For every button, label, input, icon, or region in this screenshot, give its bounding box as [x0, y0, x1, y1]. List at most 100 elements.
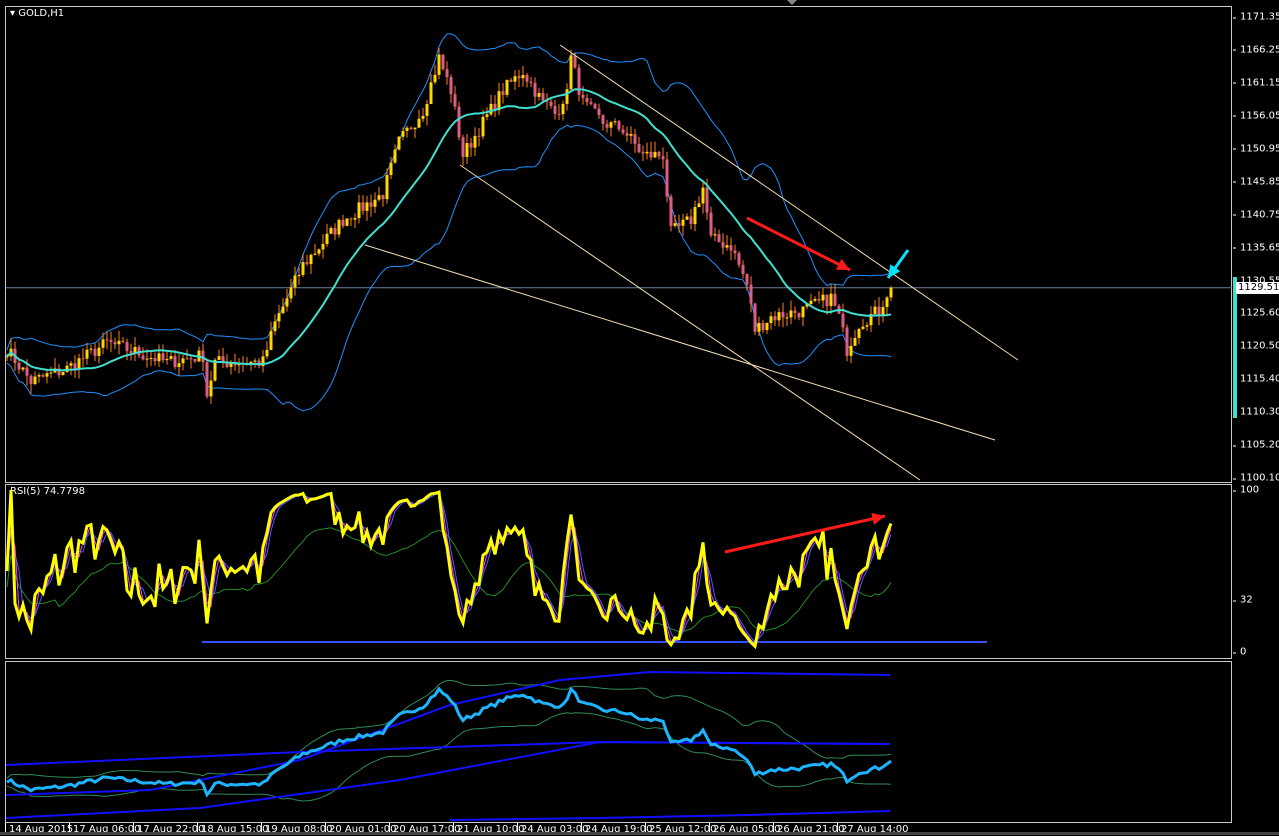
bull-candle — [885, 297, 889, 308]
bear-candle — [41, 375, 45, 377]
bear-candle — [601, 115, 605, 124]
bear-candle — [793, 310, 797, 314]
bear-candle — [573, 55, 577, 68]
bull-candle — [481, 116, 485, 137]
bear-candle — [661, 156, 665, 160]
bear-candle — [605, 123, 609, 128]
bear-candle — [81, 358, 85, 360]
bear-candle — [93, 348, 97, 356]
osc-blue-upper — [5, 670, 891, 796]
bull-candle — [769, 316, 773, 323]
bear-candle — [753, 303, 757, 332]
bear-candle — [25, 367, 29, 376]
bear-candle — [553, 105, 557, 114]
bull-candle — [405, 127, 409, 132]
bull-candle — [353, 218, 357, 220]
bull-candle — [33, 376, 37, 385]
bear-candle — [845, 327, 849, 356]
bull-candle — [393, 149, 397, 163]
bear-candle — [109, 340, 113, 343]
bull-candle — [289, 287, 293, 299]
rsi-axis: 100 32 0 — [1232, 484, 1279, 659]
bear-candle — [833, 293, 837, 306]
bear-candle — [741, 264, 745, 274]
bull-candle — [169, 356, 173, 359]
bear-candle — [625, 133, 629, 136]
trend-line — [364, 244, 996, 441]
bull-candle — [889, 287, 893, 298]
bull-candle — [809, 300, 813, 304]
rsi-tick: 100 — [1232, 484, 1260, 496]
rsi-tick: 32 — [1233, 594, 1253, 606]
bear-candle — [441, 54, 445, 70]
bear-candle — [185, 358, 189, 360]
bull-candle — [269, 331, 273, 350]
price-tick: 1115.40 — [1232, 374, 1279, 385]
bear-candle — [361, 202, 365, 211]
bear-candle — [585, 97, 589, 103]
bear-candle — [125, 342, 129, 352]
bull-candle — [673, 223, 677, 226]
bull-candle — [209, 380, 213, 397]
bull-candle — [365, 202, 369, 211]
bear-candle — [173, 356, 177, 368]
bull-candle — [313, 253, 317, 255]
bull-candle — [785, 317, 789, 319]
bear-candle — [141, 355, 145, 360]
osc-blue-line — [5, 740, 891, 766]
bull-candle — [157, 353, 161, 362]
bull-candle — [693, 206, 697, 225]
bull-candle — [273, 321, 277, 332]
bear-candle — [773, 316, 777, 321]
bear-candle — [689, 216, 693, 225]
bear-candle — [369, 202, 373, 207]
osc-blue-lower — [449, 810, 891, 821]
bull-candle — [401, 131, 405, 137]
bull-candle — [317, 249, 321, 254]
bear-candle — [445, 69, 449, 77]
bull-candle — [561, 103, 565, 115]
bull-candle — [429, 82, 433, 105]
bull-candle — [117, 340, 121, 345]
bear-candle — [825, 294, 829, 307]
bollinger-upper-band — [6, 33, 892, 351]
bull-candle — [397, 136, 401, 150]
bear-candle — [577, 67, 581, 95]
osc-lower-band — [6, 712, 892, 802]
bear-candle — [529, 81, 533, 84]
bear-candle — [533, 83, 537, 97]
osc-upper-band — [6, 680, 892, 779]
bull-candle — [413, 127, 417, 130]
bull-candle — [37, 375, 41, 377]
bear-candle — [797, 313, 801, 318]
bear-candle — [541, 93, 545, 101]
bull-candle — [373, 199, 377, 207]
bull-candle — [49, 372, 53, 374]
bull-candle — [329, 228, 333, 234]
bull-candle — [489, 103, 493, 115]
price-tick: 1105.20 — [1232, 440, 1279, 451]
bear-candle — [677, 223, 681, 226]
bear-candle — [617, 121, 621, 130]
current-price-label: 1129.51 — [1236, 282, 1279, 294]
bear-candle — [17, 363, 21, 370]
bull-candle — [697, 203, 701, 207]
bear-candle — [781, 312, 785, 318]
bear-candle — [637, 143, 641, 153]
rsi-line — [5, 489, 893, 650]
bull-candle — [473, 135, 477, 148]
bull-candle — [425, 104, 429, 116]
bear-candle — [189, 358, 193, 360]
bear-candle — [129, 351, 133, 353]
bull-candle — [165, 358, 169, 361]
bear-candle — [517, 76, 521, 79]
bear-candle — [709, 212, 713, 236]
bear-candle — [649, 151, 653, 158]
bear-candle — [665, 159, 669, 197]
bull-candle — [217, 356, 221, 360]
rsi-tick: 0 — [1232, 646, 1247, 658]
bull-candle — [253, 360, 257, 362]
bull-candle — [437, 54, 441, 75]
bear-candle — [597, 108, 601, 116]
bull-candle — [861, 326, 865, 329]
